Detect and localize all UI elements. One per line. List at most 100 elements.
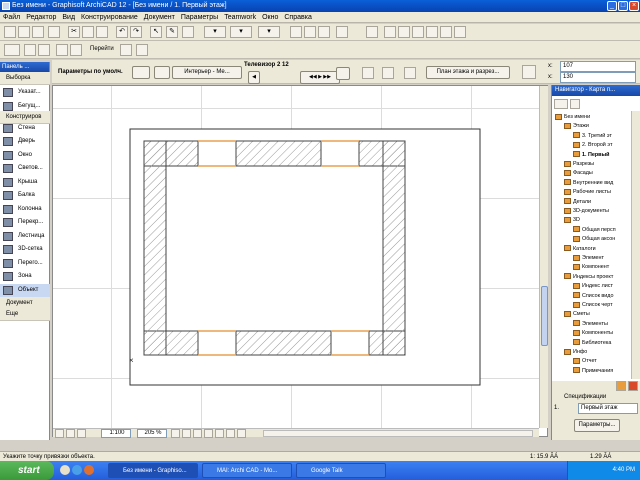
toolbox-item-window[interactable]: Окно — [0, 149, 50, 162]
guide-dropdown[interactable]: ▾ — [230, 26, 252, 38]
rotate-view-icon[interactable] — [215, 429, 224, 438]
pan-icon[interactable] — [193, 429, 202, 438]
menu-teamwork[interactable]: Teamwork — [221, 12, 259, 23]
toolbox-item-skylight[interactable]: Светов... — [0, 162, 50, 175]
nav-tree-item[interactable]: Список видо — [573, 292, 613, 301]
new-file-icon[interactable] — [4, 26, 16, 38]
quick-launch-icon-3[interactable] — [84, 465, 94, 475]
nav-tree-item[interactable]: Элементы — [573, 320, 608, 329]
zoom-in-icon[interactable] — [290, 26, 302, 38]
settings-icon[interactable] — [616, 381, 626, 391]
scale-field[interactable]: 1:100 — [101, 429, 131, 438]
roof-icon[interactable] — [384, 26, 396, 38]
save-icon[interactable] — [32, 26, 44, 38]
toolbox-item-wall[interactable]: Стена — [0, 122, 50, 135]
navigation-arrows[interactable]: ◀◀ ▶ ▶▶ — [300, 71, 340, 84]
nav-tree-item[interactable]: 1. Первый — [573, 151, 609, 160]
zoom-out-icon[interactable] — [304, 26, 316, 38]
nav-tree-item[interactable]: 3. Третий эт — [573, 132, 612, 141]
pencil-icon[interactable] — [182, 26, 194, 38]
print-icon[interactable] — [48, 26, 60, 38]
params-button[interactable]: Параметры... — [574, 419, 620, 432]
copy-icon[interactable] — [82, 26, 94, 38]
vertical-scrollbar[interactable] — [539, 86, 548, 428]
fit-footer-icon[interactable] — [204, 429, 213, 438]
delete-icon[interactable] — [628, 381, 638, 391]
elevation-value-icon[interactable] — [522, 65, 536, 79]
horizontal-scrollbar[interactable] — [263, 430, 533, 437]
nav-tree-item[interactable]: Список черт — [573, 301, 613, 310]
coord-y-input[interactable]: 130 — [560, 72, 636, 83]
paste-icon[interactable] — [96, 26, 108, 38]
nav-tree-item[interactable]: Компоненты — [573, 329, 613, 338]
redo-icon[interactable]: ↷ — [130, 26, 142, 38]
start-button[interactable]: start — [0, 461, 54, 480]
footer-undo-icon[interactable] — [77, 429, 86, 438]
nav-tree-item[interactable]: 3D-документы — [564, 207, 609, 216]
perspective-icon[interactable] — [56, 44, 68, 56]
menu-options[interactable]: Параметры — [178, 12, 221, 23]
menu-document[interactable]: Документ — [141, 12, 178, 23]
minimize-button[interactable]: _ — [607, 1, 617, 11]
specs-row-value[interactable]: Первый этаж — [578, 403, 638, 414]
nav-tree-item[interactable]: Сметы — [564, 310, 590, 319]
stair-icon[interactable] — [366, 26, 378, 38]
open-folder-icon[interactable] — [18, 26, 30, 38]
nav-tree-item[interactable]: Индекс лист — [573, 282, 613, 291]
nav-tree-item[interactable]: Рабочие листы — [564, 188, 611, 197]
nav-tree-item[interactable]: Внутренние вид — [564, 179, 613, 188]
nav-tree-item[interactable]: Без имени — [555, 113, 590, 122]
walk-icon[interactable] — [136, 44, 148, 56]
prev-icon[interactable]: ◀ — [248, 71, 260, 84]
undo-icon[interactable]: ↶ — [116, 26, 128, 38]
menu-design[interactable]: Конструирование — [78, 12, 141, 23]
zoom-in-footer-icon[interactable] — [171, 429, 180, 438]
fit-window-icon[interactable] — [318, 26, 330, 38]
toolbox-item-more-group[interactable]: Еще — [0, 308, 50, 321]
nav-tree-item[interactable]: 2. Второй эт — [573, 141, 612, 150]
footer-nav-icon[interactable] — [55, 429, 64, 438]
mirror-icon[interactable] — [382, 67, 394, 79]
cut-icon[interactable]: ✂ — [68, 26, 80, 38]
navigate-back-icon[interactable] — [120, 44, 132, 56]
slab-icon[interactable] — [398, 26, 410, 38]
close-button[interactable]: × — [629, 1, 639, 11]
toolbox-group-selection[interactable]: Выборка — [0, 72, 50, 85]
nav-tree-item[interactable]: Каталоги — [564, 245, 596, 254]
nav-tree-item[interactable]: Инфо — [564, 348, 587, 357]
view-map-icon[interactable] — [570, 99, 580, 109]
coord-x-input[interactable]: 107 — [560, 61, 636, 72]
nav-tree-item[interactable]: Отчет — [573, 357, 597, 366]
toolbox-item-column[interactable]: Колонна — [0, 203, 50, 216]
quick-launch-icon-1[interactable] — [60, 465, 70, 475]
pen-icon[interactable]: ✎ — [166, 26, 178, 38]
layers-icon[interactable] — [336, 26, 348, 38]
nav-tree-item[interactable]: Этажи — [564, 122, 589, 131]
task-archicad[interactable]: Без имени - Graphiso... — [108, 463, 198, 478]
nav-tree-item[interactable]: Фасады — [564, 169, 593, 178]
toolbox-item-stair[interactable]: Лестница — [0, 230, 50, 243]
interior-view-dropdown[interactable]: Интерьер - Ме... — [172, 66, 242, 79]
nav-tree-item[interactable]: Индексы проект — [564, 273, 613, 282]
grid-dropdown[interactable]: ▾ — [258, 26, 280, 38]
floor-plan-icon[interactable] — [4, 44, 20, 56]
previous-zoom-icon[interactable] — [237, 429, 246, 438]
arrow-tool-icon[interactable]: ↖ — [150, 26, 162, 38]
floor-plan-canvas[interactable]: × 1:100 205 % — [52, 85, 548, 438]
toolbox-item-pointer[interactable]: Указат... — [0, 86, 50, 99]
nav-tree-item[interactable]: Общая персп — [573, 226, 616, 235]
toolbox-item-beam[interactable]: Балка — [0, 189, 50, 202]
toolbox-item-slab[interactable]: Перекр... — [0, 216, 50, 229]
rotate-icon[interactable] — [362, 67, 374, 79]
elevation-icon[interactable] — [38, 44, 50, 56]
menu-edit[interactable]: Редактор — [23, 12, 59, 23]
object-icon[interactable] — [440, 26, 452, 38]
toolbox-item-zone[interactable]: Зона — [0, 270, 50, 283]
vertical-scroll-thumb[interactable] — [541, 286, 548, 346]
nav-tree-item[interactable]: 3D — [564, 216, 580, 225]
anchor-icon[interactable] — [404, 67, 416, 79]
goto-label[interactable]: Перейти — [90, 46, 114, 52]
toolbox-item-mesh[interactable]: 3D-сетка — [0, 243, 50, 256]
mesh-icon[interactable] — [412, 26, 424, 38]
toolbox-item-door[interactable]: Дверь — [0, 135, 50, 148]
